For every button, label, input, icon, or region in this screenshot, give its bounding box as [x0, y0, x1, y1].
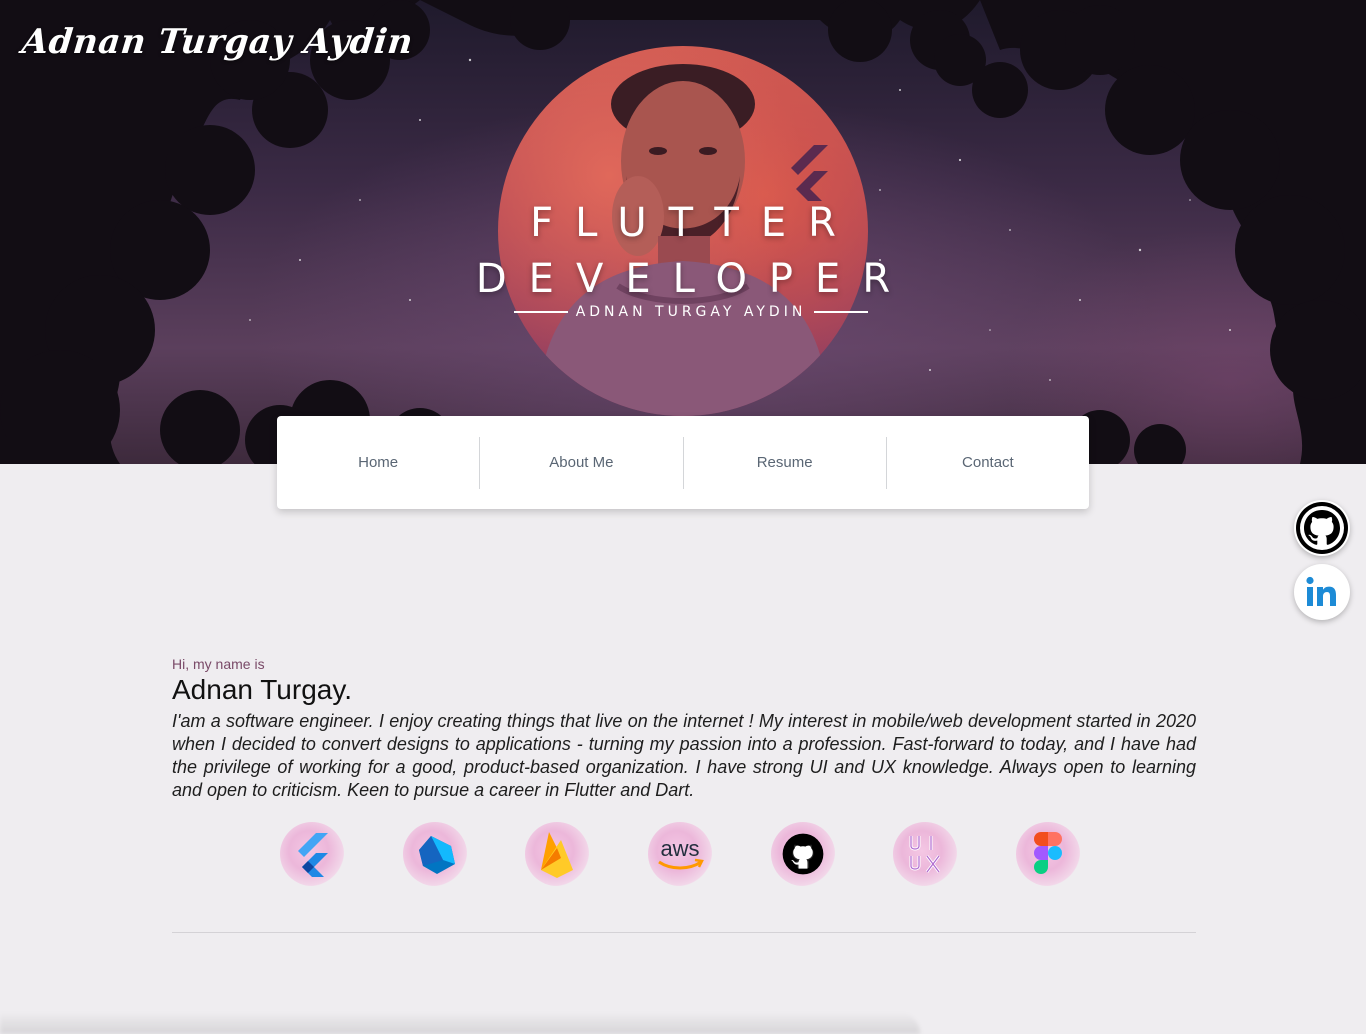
about-section: Hi, my name is Adnan Turgay. I'am a soft… [172, 656, 1196, 802]
figma-icon [1033, 832, 1062, 874]
skill-aws: aws [647, 822, 712, 886]
github-link[interactable] [1294, 500, 1350, 556]
skill-dart [402, 822, 467, 886]
firebase-icon [541, 832, 574, 878]
skill-firebase [525, 822, 590, 886]
aws-text: aws [660, 836, 699, 861]
hero-subtitle-text: ADNAN TURGAY AYDIN [575, 304, 807, 320]
linkedin-link[interactable] [1294, 564, 1350, 620]
subtitle-line-right [814, 311, 868, 313]
hero-title-line2: DEVELOPER [475, 256, 913, 302]
hero-title-line1: FLUTTER [530, 200, 858, 246]
aws-icon: aws [658, 836, 704, 870]
nav-resume[interactable]: Resume [682, 436, 886, 489]
nav-home[interactable]: Home [277, 437, 479, 489]
flutter-icon [298, 833, 328, 877]
skill-flutter [280, 822, 344, 886]
main-nav: Home About Me Resume Contact [277, 416, 1089, 509]
flutter-logo-icon [791, 145, 828, 201]
site-brand[interactable]: Adnan Turgay Aydin [20, 22, 415, 62]
linkedin-icon [1306, 576, 1336, 606]
hero-subtitle: ADNAN TURGAY AYDIN [514, 304, 868, 320]
github-icon [1296, 502, 1348, 554]
subtitle-line-left [514, 311, 568, 313]
skill-figma [1015, 822, 1080, 886]
skills-row: aws [280, 822, 1080, 886]
section-divider [172, 932, 1196, 933]
github-icon [782, 833, 823, 875]
greeting-text: Hi, my name is [172, 656, 265, 672]
ui-ux-icon [909, 836, 941, 873]
bottom-panel-shadow [0, 1012, 920, 1034]
skill-ui-ux [893, 822, 958, 886]
hero-banner: Adnan Turgay Aydin FLUTTER DEVELOPER ADN… [0, 0, 1366, 464]
nav-about-me[interactable]: About Me [479, 436, 682, 489]
about-name: Adnan Turgay. [172, 674, 353, 705]
dart-icon [418, 836, 455, 874]
skill-github [770, 822, 835, 886]
nav-contact[interactable]: Contact [885, 436, 1089, 489]
about-bio: I'am a software engineer. I enjoy creati… [172, 711, 1196, 800]
